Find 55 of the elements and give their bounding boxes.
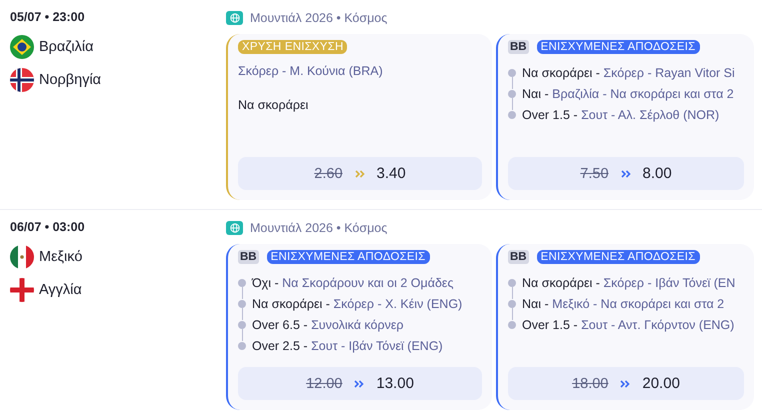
offer-badge: ΧΡΥΣΗ ΕΝΙΣΧΥΣΗ (238, 40, 348, 54)
bet-builder-tag: BB (238, 250, 259, 264)
offer-card[interactable]: BB ΕΝΙΣΧΥΜΕΝΕΣ ΑΠΟΔΟΣΕΙΣ Όχι - Να Σκοράρουν και οι 2 Ομάδες Να σκοράρει - Σκόρερ - Χ. Κέιν (ENG) Over 6.5 - Συνολικά κόρνερ Over 2.5 - Σουτ - Ιβάν Τόνεϊ (ENG) 12.00 13.00 (226, 244, 492, 410)
odds-button[interactable]: 18.00 20.00 (508, 367, 744, 400)
team-name: Βραζιλία (39, 39, 94, 55)
flag-icon (10, 35, 34, 59)
leg-dot-icon (238, 278, 246, 286)
globe-icon (226, 11, 243, 25)
team-name: Μεξικό (39, 249, 82, 265)
selection-text: Όχι - Να Σκοράρουν και οι 2 Ομάδες (252, 276, 454, 290)
league-label: Μουντιάλ 2026 • Κόσμος (250, 221, 388, 235)
selection-text: Over 1.5 - Σουτ - Αλ. Σέρλοθ (NOR) (522, 108, 720, 122)
double-chevron-icon (354, 380, 364, 388)
flag-icon (10, 68, 34, 92)
double-chevron-icon (354, 170, 365, 178)
leg-dot-icon (238, 320, 246, 328)
offer-card[interactable]: ΧΡΥΣΗ ΕΝΙΣΧΥΣΗ Σκόρερ - Μ. Κούνια (BRA) Να σκοράρει 2.60 3.40 (226, 34, 492, 200)
leg-dot-icon (508, 68, 516, 76)
flag-icon (10, 278, 34, 302)
offer-badge: ΕΝΙΣΧΥΜΕΝΕΣ ΑΠΟΔΟΣΕΙΣ (536, 40, 700, 54)
leg-dot-icon (508, 90, 516, 98)
offer-badge: ΕΝΙΣΧΥΜΕΝΕΣ ΑΠΟΔΟΣΕΙΣ (536, 250, 700, 264)
leg-dot-icon (238, 342, 246, 350)
leg-dot-icon (508, 300, 516, 308)
selection-text: Over 2.5 - Σουτ - Ιβάν Τόνεϊ (ENG) (252, 338, 443, 352)
selection-text: Over 6.5 - Συνολικά κόρνερ (252, 318, 404, 332)
offer-badge: ΕΝΙΣΧΥΜΕΝΕΣ ΑΠΟΔΟΣΕΙΣ (266, 250, 430, 264)
match-time: 05/07 • 23:00 (10, 10, 86, 24)
pick-label: Να σκοράρει (238, 98, 310, 112)
leg-dot-icon (238, 300, 246, 308)
double-chevron-icon (620, 380, 630, 388)
flag-icon (10, 245, 34, 269)
selection-text: Να σκοράρει - Σκόρερ - Ιβάν Τόνεϊ (EN (522, 276, 736, 290)
selection-text: Να σκοράρει - Σκόρερ - Rayan Vitor Si (522, 66, 735, 80)
double-chevron-icon (620, 170, 631, 178)
leg-dot-icon (508, 110, 516, 118)
team-name: Νορβηγία (39, 72, 102, 88)
bet-builder-tag: BB (508, 250, 529, 264)
team-name: Αγγλία (39, 282, 82, 298)
selection-text: Να σκοράρει - Σκόρερ - Χ. Κέιν (ENG) (252, 296, 462, 310)
odds-button[interactable]: 12.00 13.00 (238, 367, 482, 400)
globe-icon (226, 221, 243, 235)
offer-card[interactable]: BB ΕΝΙΣΧΥΜΕΝΕΣ ΑΠΟΔΟΣΕΙΣ Να σκοράρει - Σκόρερ - Rayan Vitor Si Ναι - Βραζιλία - Να σκοράρει και στα 2 Over 1.5 - Σουτ - Αλ. Σέρλοθ (NOR) 7.50 8.00 (496, 34, 754, 200)
odds-button[interactable]: 2.60 3.40 (238, 157, 482, 190)
selection-text: Ναι - Μεξικό - Να σκοράρει και στα 2 (522, 296, 724, 310)
bet-builder-tag: BB (508, 40, 529, 54)
leg-dot-icon (508, 278, 516, 286)
match-time: 06/07 • 03:00 (10, 220, 86, 234)
selection-text: Over 1.5 - Σουτ - Αντ. Γκόρντον (ENG) (522, 318, 734, 332)
offer-card[interactable]: BB ΕΝΙΣΧΥΜΕΝΕΣ ΑΠΟΔΟΣΕΙΣ Να σκοράρει - Σκόρερ - Ιβάν Τόνεϊ (EN Ναι - Μεξικό - Να σκοράρει και στα 2 Over 1.5 - Σουτ - Αντ. Γκόρντον (ENG) 18.00 20.00 (496, 244, 754, 410)
selection-text: Ναι - Βραζιλία - Να σκοράρει και στα 2 (522, 86, 734, 100)
leg-dot-icon (508, 320, 516, 328)
market-label: Σκόρερ - Μ. Κούνια (BRA) (238, 64, 384, 78)
odds-button[interactable]: 7.50 8.00 (508, 157, 744, 190)
league-label: Μουντιάλ 2026 • Κόσμος (250, 11, 388, 25)
